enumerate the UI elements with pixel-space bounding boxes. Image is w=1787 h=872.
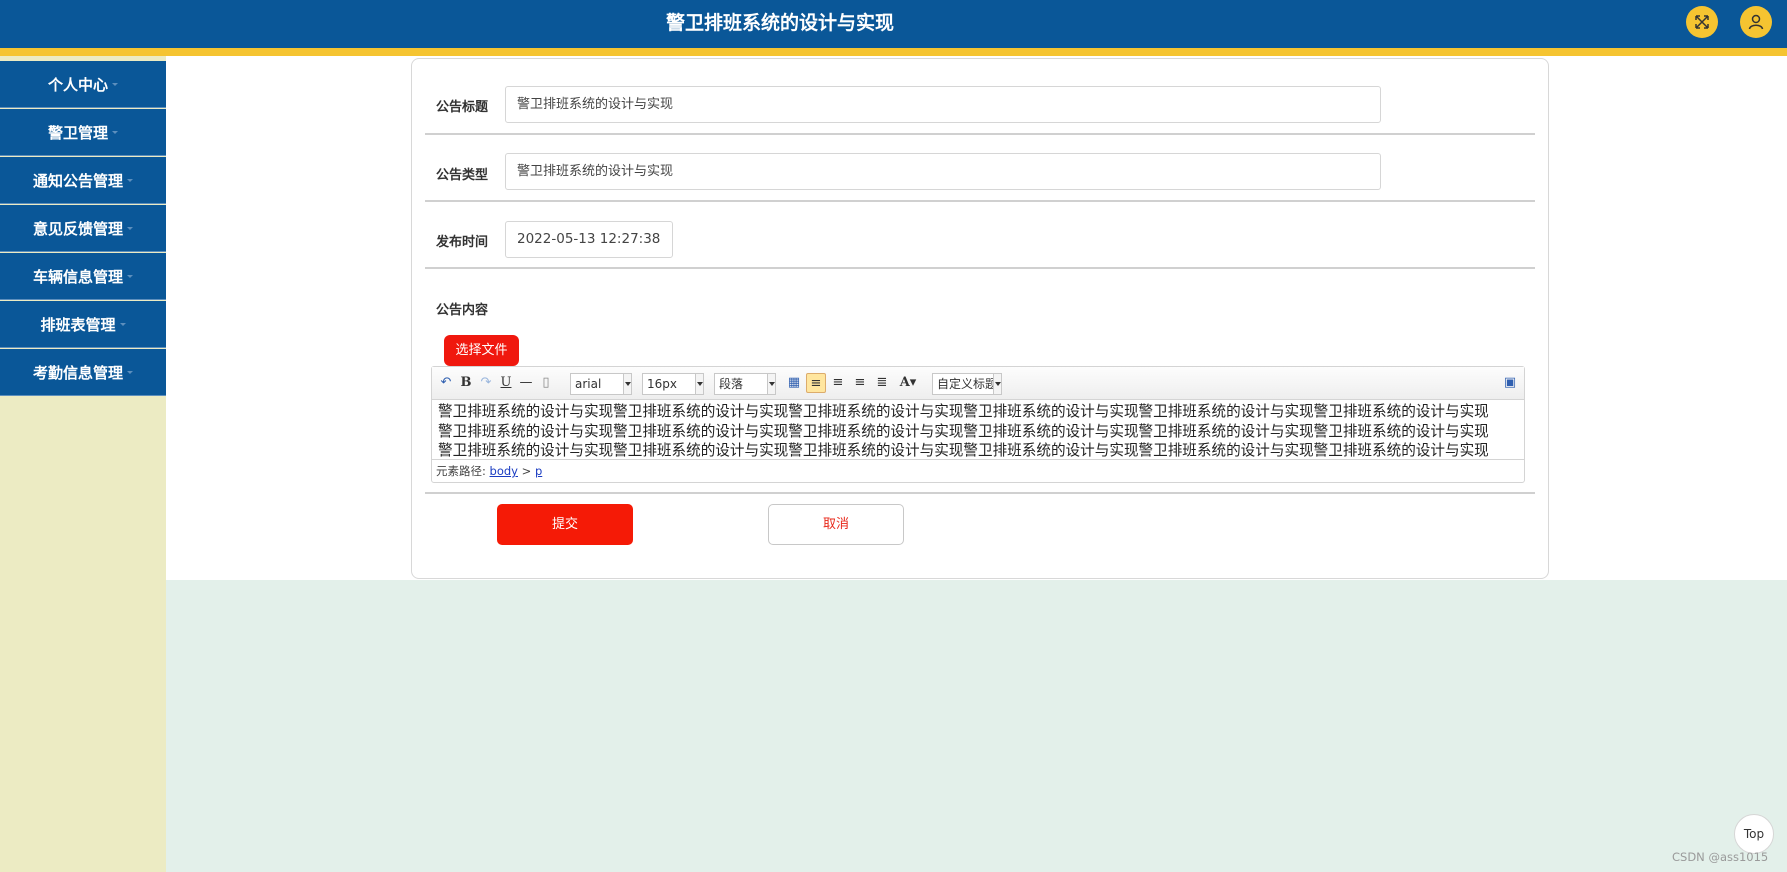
caret-down-icon: [112, 82, 118, 86]
editor-content[interactable]: 警卫排班系统的设计与实现警卫排班系统的设计与实现警卫排班系统的设计与实现警卫排班…: [438, 400, 1520, 458]
type-label: 公告类型: [436, 168, 489, 183]
custom-title-value: 自定义标题: [937, 377, 998, 391]
align-center-icon[interactable]: ≡: [850, 373, 870, 393]
font-size-select[interactable]: 16px: [642, 373, 704, 395]
choose-file-button[interactable]: 选择文件: [444, 335, 519, 366]
dropdown-arrow-icon: [767, 374, 775, 394]
sidebar-item-label: 个人中心: [47, 75, 108, 94]
align-justify-icon[interactable]: ≣: [872, 373, 892, 393]
title-label: 公告标题: [436, 100, 489, 115]
new-document-icon[interactable]: ▯: [536, 373, 556, 393]
fullscreen-editor-icon[interactable]: ▣: [1500, 373, 1520, 393]
path-p-link[interactable]: p: [535, 464, 542, 478]
sidebar-item-label: 车辆信息管理: [32, 267, 123, 286]
content-line: 警卫排班系统的设计与实现警卫排班系统的设计与实现警卫排班系统的设计与实现警卫排班…: [438, 403, 1489, 420]
sidebar-item-attendance[interactable]: 考勤信息管理: [0, 349, 166, 396]
content-label: 公告内容: [436, 303, 489, 318]
app-title: 警卫排班系统的设计与实现: [665, 12, 894, 34]
undo-icon[interactable]: ↶: [436, 373, 456, 393]
caret-down-icon: [127, 226, 133, 230]
sidebar-item-label: 意见反馈管理: [32, 219, 123, 238]
sidebar-item-label: 考勤信息管理: [32, 363, 123, 382]
divider: [425, 267, 1535, 269]
underline-icon[interactable]: U: [496, 373, 516, 393]
custom-title-select[interactable]: 自定义标题: [932, 373, 1002, 395]
dropdown-arrow-icon: [623, 374, 631, 394]
sidebar-item-label: 警卫管理: [47, 123, 108, 142]
horizontal-rule-icon[interactable]: —: [516, 373, 536, 393]
fullscreen-icon: [1695, 15, 1709, 29]
sidebar-item-schedule[interactable]: 排班表管理: [0, 301, 166, 348]
user-icon: [1748, 14, 1764, 30]
align-right-icon[interactable]: ≡: [828, 373, 848, 393]
divider: [425, 200, 1535, 202]
dropdown-arrow-icon: [993, 374, 1001, 394]
fullscreen-button[interactable]: [1686, 6, 1718, 38]
rich-text-editor: ↶ B ↷ U — ▯ arial 16px 段落 ▦ ≡ ≡ ≡ ≣ A▾ 自…: [431, 366, 1525, 483]
header-stripe: [0, 48, 1787, 56]
path-body-link[interactable]: body: [490, 464, 518, 478]
sidebar-item-personal-center[interactable]: 个人中心: [0, 61, 166, 108]
bold-icon[interactable]: B: [456, 373, 476, 393]
font-color-icon[interactable]: A▾: [898, 373, 918, 393]
sidebar-item-label: 排班表管理: [40, 315, 116, 334]
font-family-value: arial: [575, 377, 602, 391]
cancel-button[interactable]: 取消: [768, 504, 904, 545]
watermark: CSDN @ass1015: [1672, 850, 1769, 864]
caret-down-icon: [119, 322, 126, 326]
submit-button[interactable]: 提交: [497, 504, 633, 545]
caret-down-icon: [127, 178, 133, 182]
paragraph-select[interactable]: 段落: [714, 373, 776, 395]
element-path-bar: 元素路径: body > p: [432, 459, 1524, 482]
dropdown-arrow-icon: [695, 374, 703, 394]
divider: [425, 133, 1535, 135]
user-button[interactable]: [1740, 6, 1772, 38]
sidebar-item-vehicle[interactable]: 车辆信息管理: [0, 253, 166, 300]
font-family-select[interactable]: arial: [570, 373, 632, 395]
paragraph-value: 段落: [719, 377, 744, 391]
type-input[interactable]: 警卫排班系统的设计与实现: [505, 153, 1381, 190]
sidebar-item-notice[interactable]: 通知公告管理: [0, 157, 166, 204]
content-line: 警卫排班系统的设计与实现警卫排班系统的设计与实现警卫排班系统的设计与实现警卫排班…: [438, 422, 1489, 440]
align-left-icon[interactable]: ≡: [806, 373, 826, 393]
sidebar-item-label: 通知公告管理: [32, 171, 123, 190]
sidebar-item-guard[interactable]: 警卫管理: [0, 109, 166, 156]
editor-toolbar: ↶ B ↷ U — ▯ arial 16px 段落 ▦ ≡ ≡ ≡ ≣ A▾ 自…: [432, 367, 1524, 400]
form-card: [411, 58, 1549, 579]
path-separator: >: [521, 464, 532, 478]
back-to-top-button[interactable]: Top: [1734, 814, 1774, 854]
caret-down-icon: [127, 274, 133, 278]
time-label: 发布时间: [436, 235, 489, 250]
path-label: 元素路径:: [436, 464, 486, 478]
title-input[interactable]: 警卫排班系统的设计与实现: [505, 86, 1381, 123]
redo-icon[interactable]: ↷: [476, 373, 496, 393]
divider: [425, 492, 1535, 494]
content-line: 警卫排班系统的设计与实现警卫排班系统的设计与实现警卫排班系统的设计与实现警卫排班…: [438, 442, 1489, 458]
caret-down-icon: [127, 370, 133, 374]
sidebar-item-feedback[interactable]: 意见反馈管理: [0, 205, 166, 252]
caret-down-icon: [112, 130, 118, 134]
publish-time-input[interactable]: 2022-05-13 12:27:38: [505, 221, 673, 258]
table-icon[interactable]: ▦: [784, 373, 804, 393]
font-size-value: 16px: [647, 377, 677, 391]
